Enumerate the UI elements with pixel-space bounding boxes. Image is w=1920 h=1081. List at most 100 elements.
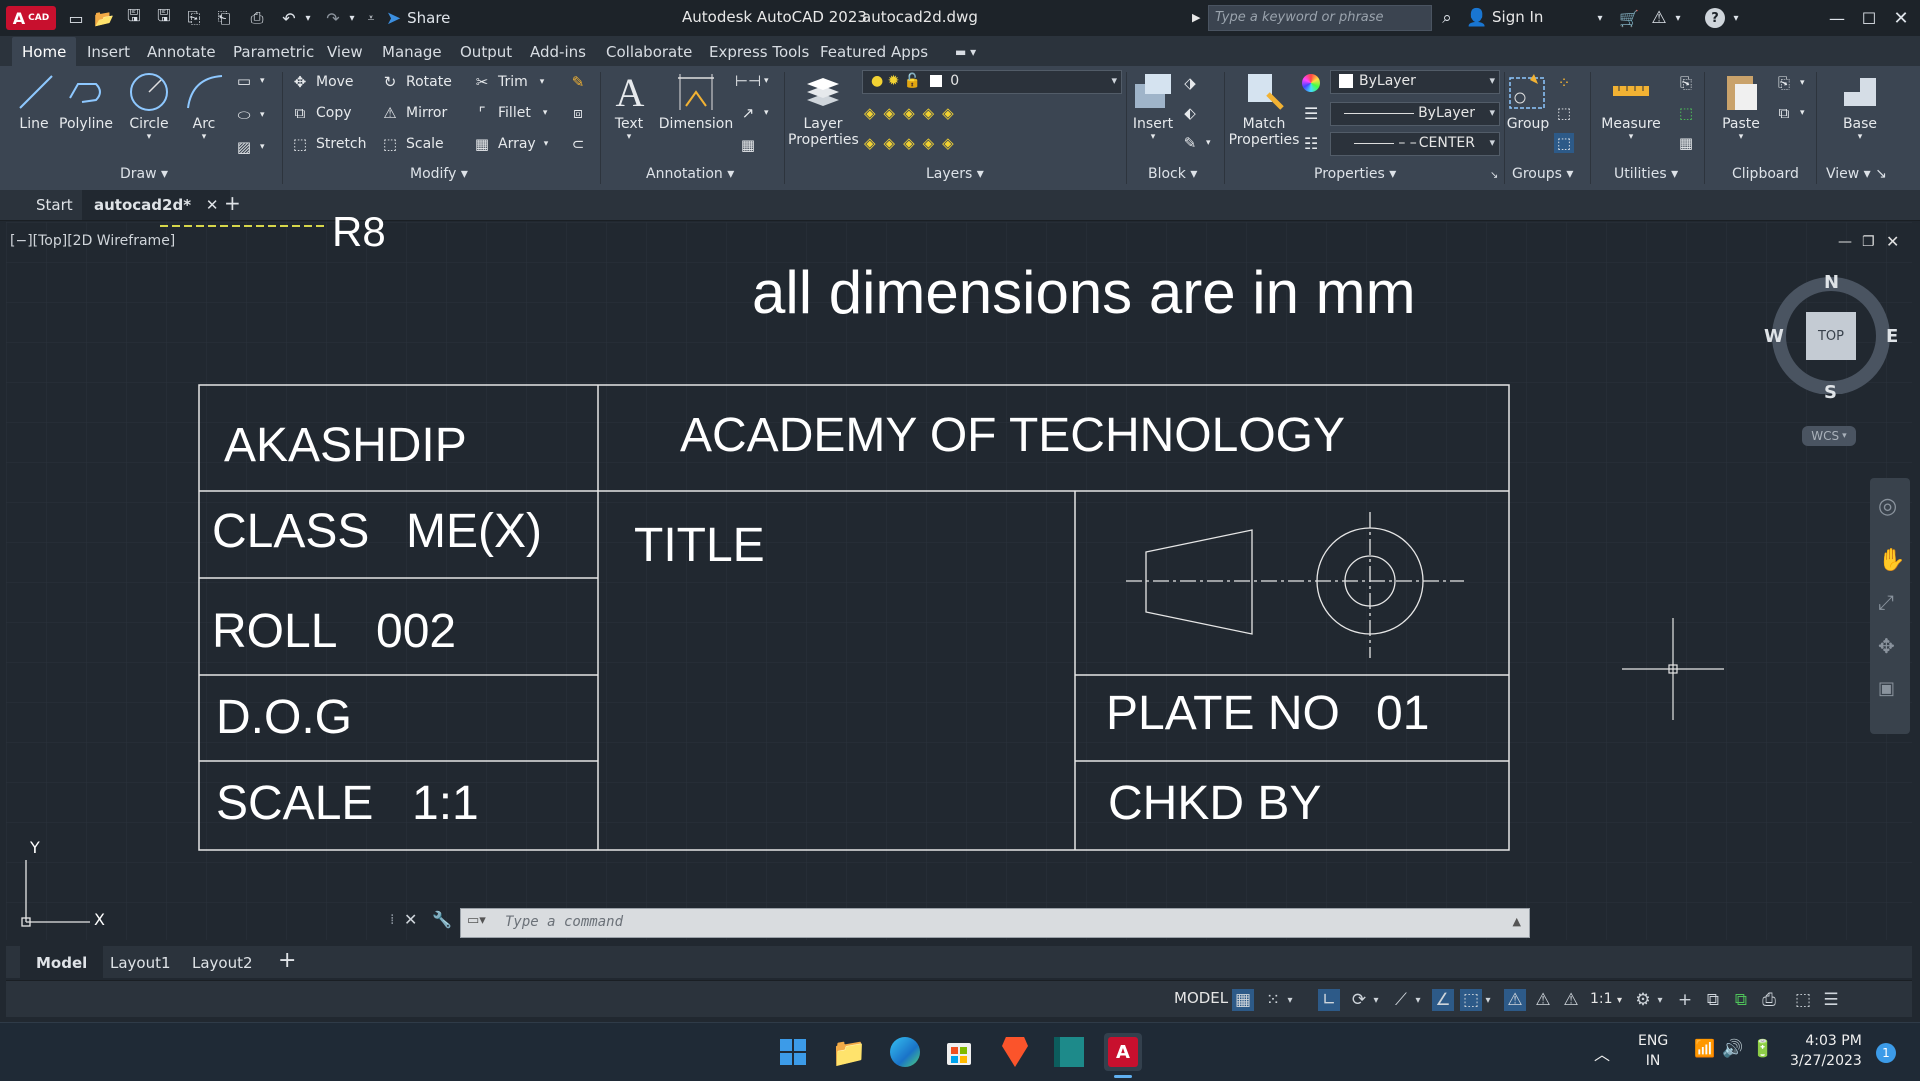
viewcube-east[interactable]: E xyxy=(1886,326,1898,347)
annotation-monitor-icon[interactable]: + xyxy=(1674,989,1696,1011)
minimize-icon[interactable]: — xyxy=(1826,6,1848,30)
tab-collaborate[interactable]: Collaborate xyxy=(606,43,692,61)
annotation-scale-icon[interactable]: ⚠ xyxy=(1560,989,1582,1011)
tab-insert[interactable]: Insert xyxy=(87,43,130,61)
model-space-button[interactable]: MODEL xyxy=(1174,989,1228,1007)
text-button[interactable]: A Text ▾ xyxy=(608,70,650,143)
base-dropdown-icon[interactable]: ▾ xyxy=(1836,132,1884,142)
annotation-panel-title[interactable]: Annotation ▾ xyxy=(646,166,734,182)
help-icon[interactable]: ? xyxy=(1704,6,1726,30)
block-panel-title[interactable]: Block ▾ xyxy=(1148,166,1197,182)
tab-autocad2d[interactable]: autocad2d* ✕ xyxy=(82,190,231,220)
zoom-extents-icon[interactable]: ⤢ xyxy=(1878,590,1894,614)
polar-dropdown-icon[interactable]: ▾ xyxy=(1370,989,1382,1011)
search-icon[interactable]: ⌕ xyxy=(1436,6,1458,30)
group-edit-button[interactable]: ⬚ xyxy=(1554,102,1580,124)
viewport-controls[interactable]: [−][Top][2D Wireframe] xyxy=(10,233,175,249)
command-input[interactable]: Type a command xyxy=(505,914,623,930)
tab-layout1[interactable]: Layout1 xyxy=(110,954,171,972)
arc-dropdown-icon[interactable]: ▾ xyxy=(182,132,226,142)
text-dropdown-icon[interactable]: ▾ xyxy=(608,132,650,142)
viewport-minimize-icon[interactable]: — xyxy=(1838,234,1852,250)
isodraft-icon[interactable]: ⟋ xyxy=(1390,989,1412,1011)
viewcube-south[interactable]: S xyxy=(1824,382,1837,403)
ribbon-minimize-icon[interactable]: ▬ ▾ xyxy=(955,45,976,59)
offset-button[interactable]: ⊂ xyxy=(568,133,594,155)
pycharm-icon[interactable] xyxy=(1050,1033,1088,1071)
scale-button[interactable]: ⬚ Scale xyxy=(380,133,444,155)
group-button[interactable]: Group xyxy=(1506,70,1550,132)
line-button[interactable]: Line xyxy=(14,70,54,132)
sign-in-dropdown-icon[interactable]: ▾ xyxy=(1594,6,1606,30)
brave-browser-icon[interactable] xyxy=(996,1033,1034,1071)
explode-button[interactable]: ⧈ xyxy=(568,102,594,124)
object-snap-icon[interactable]: ⬚ xyxy=(1460,989,1482,1011)
groups-panel-title[interactable]: Groups ▾ xyxy=(1512,166,1573,182)
draw-panel-title[interactable]: Draw ▾ xyxy=(120,166,168,182)
undo-dropdown-icon[interactable]: ▾ xyxy=(302,6,314,30)
fillet-button[interactable]: ⌜ Fillet ▾ xyxy=(472,102,547,124)
save-to-web-icon[interactable]: ⎗ xyxy=(212,6,236,30)
account-dropdown-icon[interactable]: ▾ xyxy=(1672,6,1684,30)
object-snap-tracking-icon[interactable]: ∠ xyxy=(1432,989,1454,1011)
language-indicator[interactable]: ENG IN xyxy=(1638,1031,1668,1071)
windows-start-icon[interactable] xyxy=(774,1033,812,1071)
object-snap-dropdown-icon[interactable]: ▾ xyxy=(1482,989,1494,1011)
copy-clip-button[interactable]: ⎘ ▾ xyxy=(1774,72,1805,94)
clean-screen-icon[interactable]: ⬚ xyxy=(1792,989,1814,1011)
insert-dropdown-icon[interactable]: ▾ xyxy=(1130,132,1176,142)
dimension-button[interactable]: Dimension xyxy=(656,70,736,132)
clipboard-panel-title[interactable]: Clipboard xyxy=(1732,166,1799,182)
autodesk-account-icon[interactable]: ⚠ xyxy=(1648,6,1670,30)
save-icon[interactable]: 🖫 xyxy=(122,6,146,30)
edge-browser-icon[interactable] xyxy=(886,1033,924,1071)
battery-icon[interactable]: 🔋 xyxy=(1752,1039,1773,1059)
tab-layout2[interactable]: Layout2 xyxy=(192,954,253,972)
utilities-panel-title[interactable]: Utilities ▾ xyxy=(1614,166,1678,182)
linetype-icon[interactable]: ☷ xyxy=(1304,132,1318,154)
array-button[interactable]: ▦ Array ▾ xyxy=(472,133,548,155)
user-icon[interactable]: 👤 xyxy=(1466,6,1488,30)
microsoft-store-icon[interactable] xyxy=(940,1033,978,1071)
modify-panel-title[interactable]: Modify ▾ xyxy=(410,166,468,182)
tab-output[interactable]: Output xyxy=(460,43,512,61)
file-explorer-icon[interactable]: 📁 xyxy=(830,1033,868,1071)
object-color-icon[interactable] xyxy=(1302,72,1320,94)
tab-add-ins[interactable]: Add-ins xyxy=(530,43,586,61)
linear-dimension-button[interactable]: ⊢⊣ ▾ xyxy=(735,70,769,92)
showmotion-icon[interactable]: ▣ xyxy=(1878,678,1895,699)
table-button[interactable]: ▦ xyxy=(738,134,764,156)
wcs-menu[interactable]: WCS ▾ xyxy=(1802,426,1856,446)
copy-button[interactable]: ⧉ Copy xyxy=(290,102,352,124)
share-button[interactable]: ➤ Share xyxy=(386,6,456,30)
quick-properties-icon[interactable]: ⧉ xyxy=(1730,989,1752,1011)
close-icon[interactable]: ✕ xyxy=(1890,6,1912,30)
units-icon[interactable]: ⧉ xyxy=(1702,989,1724,1011)
linetype-dropdown[interactable]: – – CENTER ▾ xyxy=(1330,132,1500,156)
tab-express-tools[interactable]: Express Tools xyxy=(709,43,809,61)
rotate-button[interactable]: ↻ Rotate xyxy=(380,71,452,93)
command-expand-icon[interactable]: ▲ xyxy=(1513,915,1521,928)
ortho-icon[interactable]: ∟ xyxy=(1318,989,1340,1011)
drawing-canvas[interactable] xyxy=(6,222,1912,940)
snap-dropdown-icon[interactable]: ▾ xyxy=(1284,989,1296,1011)
polar-icon[interactable]: ⟳ xyxy=(1348,989,1370,1011)
tab-view[interactable]: View xyxy=(327,43,363,61)
calculator-button[interactable]: ▦ xyxy=(1676,132,1702,154)
command-line[interactable]: ▭▾ Type a command ▲ xyxy=(460,908,1530,938)
volume-icon[interactable]: 🔊 xyxy=(1722,1039,1743,1059)
gradient-button[interactable]: ▨ ▾ xyxy=(234,136,265,158)
polyline-button[interactable]: Polyline xyxy=(58,70,114,132)
move-button[interactable]: ✥ Move xyxy=(290,71,354,93)
tab-featured-apps[interactable]: Featured Apps xyxy=(820,43,928,61)
autocad-logo[interactable]: A CAD xyxy=(6,6,56,30)
cut-clip-button[interactable]: ⧉ ▾ xyxy=(1774,102,1805,124)
insert-block-button[interactable]: Insert ▾ xyxy=(1130,70,1176,142)
layer-tools-row-2[interactable]: ◈◈◈◈◈ xyxy=(864,132,962,154)
open-from-web-icon[interactable]: ⎘ xyxy=(182,6,206,30)
auto-scale-icon[interactable]: ⚠ xyxy=(1532,989,1554,1011)
match-properties-button[interactable]: Match Properties xyxy=(1228,70,1300,148)
viewcube-top-face[interactable]: TOP xyxy=(1806,312,1856,360)
base-view-button[interactable]: Base ▾ xyxy=(1836,70,1884,142)
view-panel-title[interactable]: View ▾ ↘ xyxy=(1826,166,1887,182)
